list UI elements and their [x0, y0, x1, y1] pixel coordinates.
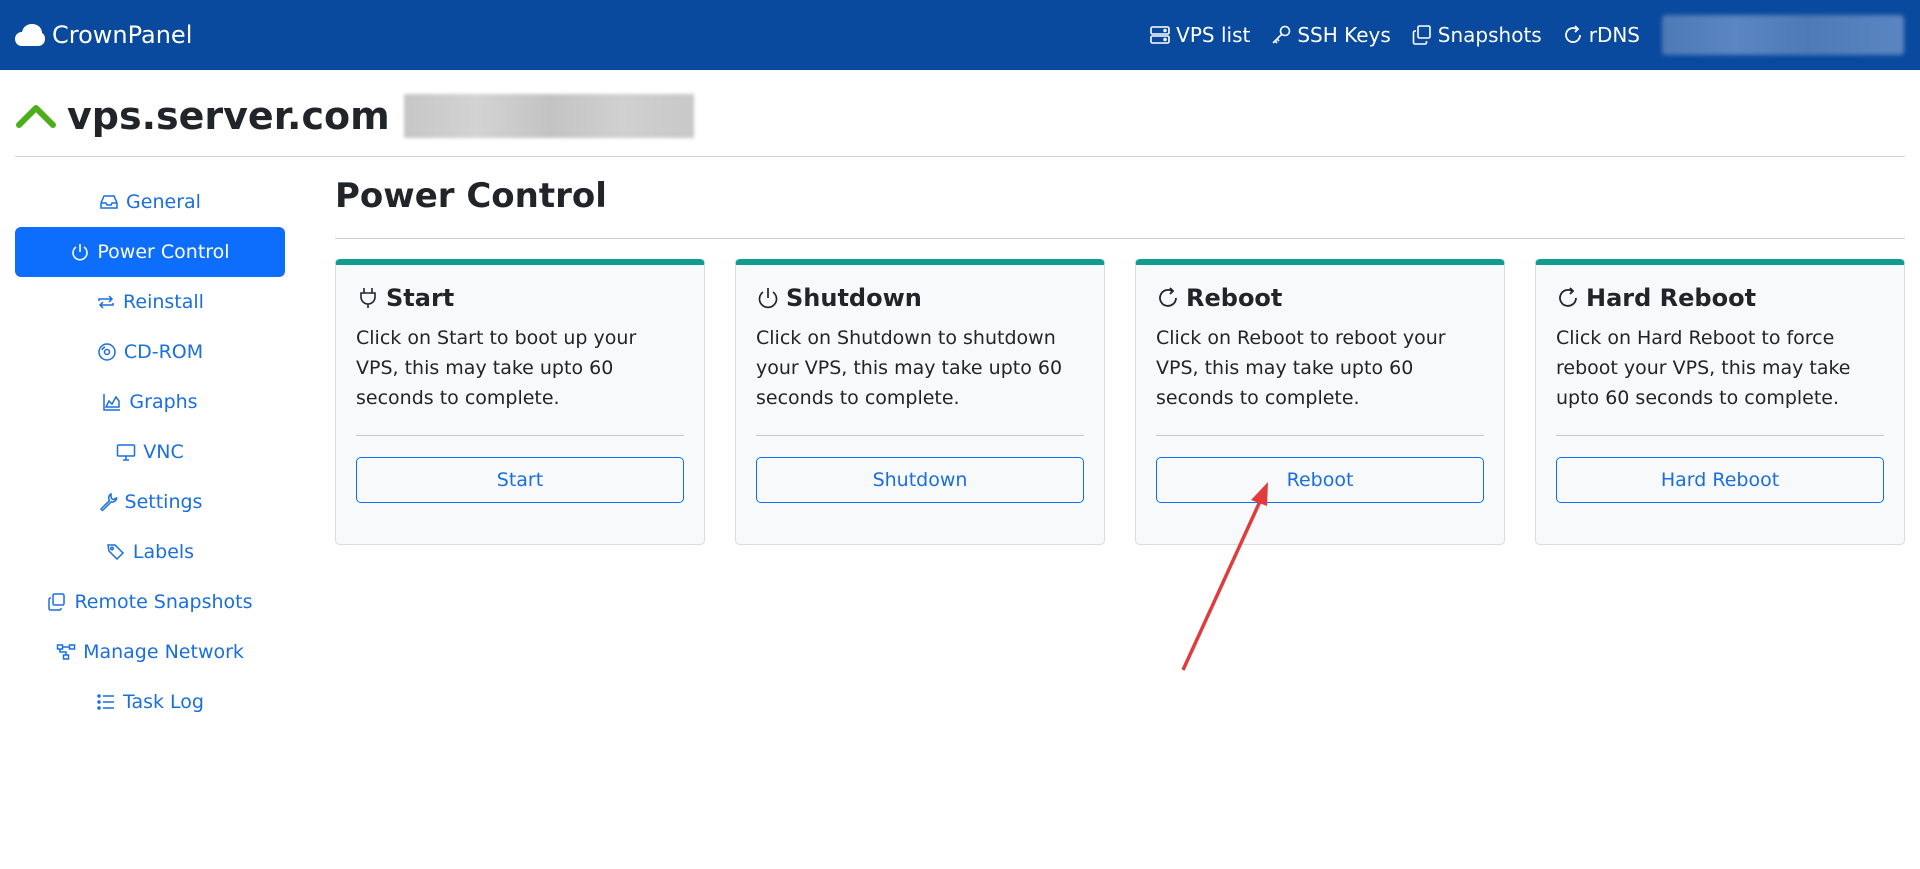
brand-name: CrownPanel: [52, 21, 193, 49]
sidebar-item-general[interactable]: General: [15, 177, 285, 227]
key-icon: [1272, 25, 1291, 44]
server-header: vps.server.com: [15, 88, 694, 144]
sidebar-item-cd-rom[interactable]: CD-ROM: [15, 327, 285, 377]
card-hard-reboot: Hard Reboot Click on Hard Reboot to forc…: [1535, 259, 1905, 545]
hard-reboot-button[interactable]: Hard Reboot: [1556, 457, 1884, 503]
sidebar-item-reinstall[interactable]: Reinstall: [15, 277, 285, 327]
power-icon: [758, 288, 778, 309]
card-text-reboot: Click on Reboot to reboot your VPS, this…: [1156, 327, 1446, 409]
nav-vps-list[interactable]: VPS list: [1149, 23, 1250, 47]
tags-icon: [107, 544, 124, 561]
sidebar-item-remote-snapshots[interactable]: Remote Snapshots: [15, 577, 285, 627]
reboot-button[interactable]: Reboot: [1156, 457, 1484, 503]
card-text-hard-reboot: Click on Hard Reboot to force reboot you…: [1556, 327, 1851, 409]
server-ip-redacted: [403, 94, 694, 138]
account-menu-redacted[interactable]: [1662, 15, 1904, 55]
nav-snapshots[interactable]: Snapshots: [1411, 23, 1542, 47]
refresh-icon: [1559, 287, 1577, 307]
server-hostname: vps.server.com: [67, 94, 390, 138]
sidebar-item-settings[interactable]: Settings: [15, 477, 285, 527]
power-icon: [72, 244, 89, 261]
title-divider: [335, 238, 1905, 239]
shutdown-button[interactable]: Shutdown: [756, 457, 1084, 503]
copy-icon: [1412, 25, 1431, 45]
refresh-icon: [1159, 287, 1177, 307]
card-text-start: Click on Start to boot up your VPS, this…: [356, 327, 637, 409]
page-title: Power Control: [335, 176, 607, 216]
plug-icon: [360, 288, 376, 308]
inbox-icon: [100, 195, 118, 209]
server-icon: [1150, 26, 1170, 44]
sidebar-item-power-control[interactable]: Power Control: [15, 227, 285, 277]
repeat-icon: [98, 295, 114, 309]
area-chart-icon: [103, 394, 121, 411]
card-title-hard-reboot: Hard Reboot: [1586, 284, 1757, 312]
monitor-icon: [117, 444, 136, 461]
card-title-start: Start: [386, 284, 455, 312]
sidebar-item-manage-network[interactable]: Manage Network: [15, 627, 285, 677]
power-cards: Start Click on Start to boot up your VPS…: [335, 259, 1905, 545]
top-navbar: CrownPanel VPS list SSH Keys Snapshots r…: [0, 0, 1920, 70]
nav-rdns[interactable]: rDNS: [1562, 23, 1640, 47]
card-reboot: Reboot Click on Reboot to reboot your VP…: [1135, 259, 1505, 545]
sidebar-item-task-log[interactable]: Task Log: [15, 677, 285, 727]
card-title-reboot: Reboot: [1186, 284, 1283, 312]
card-text-shutdown: Click on Shutdown to shutdown your VPS, …: [756, 327, 1063, 409]
diagram-icon: [56, 644, 76, 660]
card-start: Start Click on Start to boot up your VPS…: [335, 259, 705, 545]
sidebar-item-labels[interactable]: Labels: [15, 527, 285, 577]
list-icon: [97, 694, 114, 710]
disc-icon: [98, 343, 116, 361]
wrench-icon: [99, 492, 117, 512]
card-shutdown: Shutdown Click on Shutdown to shutdown y…: [735, 259, 1105, 545]
cloud-icon: [15, 24, 45, 46]
sidebar-item-vnc[interactable]: VNC: [15, 427, 285, 477]
header-divider: [15, 156, 1905, 157]
card-title-shutdown: Shutdown: [786, 284, 922, 312]
chevron-up-icon: [16, 105, 56, 128]
nav-ssh-keys[interactable]: SSH Keys: [1270, 23, 1391, 47]
brand-link[interactable]: CrownPanel: [14, 0, 192, 70]
start-button[interactable]: Start: [356, 457, 684, 503]
refresh-icon: [1564, 25, 1581, 43]
copy-icon: [48, 593, 66, 611]
sidebar-item-graphs[interactable]: Graphs: [15, 377, 285, 427]
sidebar: General Power Control Reinstall CD-ROM G…: [15, 177, 285, 727]
